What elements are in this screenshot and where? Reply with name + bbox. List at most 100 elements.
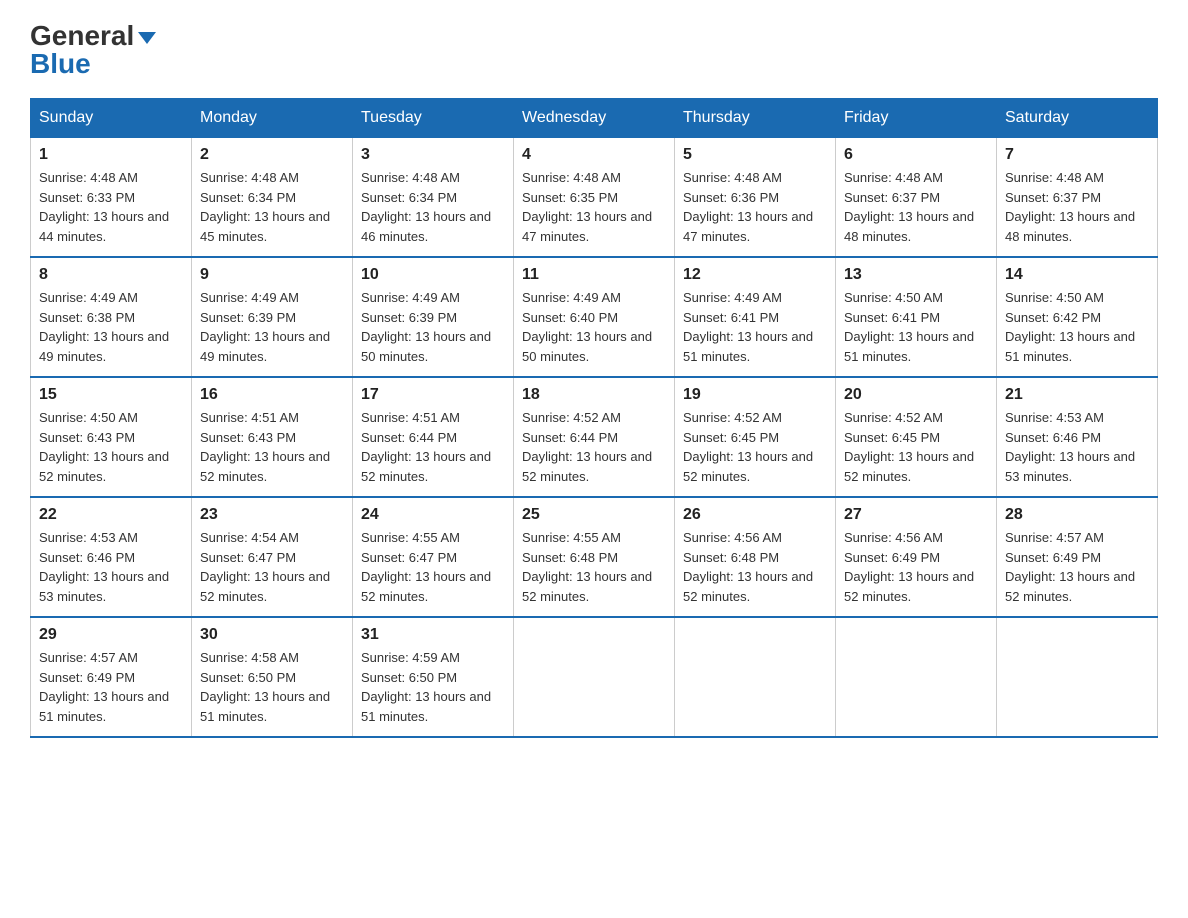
- day-info: Sunrise: 4:57 AMSunset: 6:49 PMDaylight:…: [1005, 530, 1135, 604]
- day-number: 31: [361, 626, 505, 644]
- day-number: 12: [683, 266, 827, 284]
- calendar-cell: 24 Sunrise: 4:55 AMSunset: 6:47 PMDaylig…: [353, 497, 514, 617]
- day-number: 28: [1005, 506, 1149, 524]
- day-number: 25: [522, 506, 666, 524]
- header-thursday: Thursday: [675, 99, 836, 138]
- calendar-cell: 7 Sunrise: 4:48 AMSunset: 6:37 PMDayligh…: [997, 138, 1158, 258]
- day-info: Sunrise: 4:57 AMSunset: 6:49 PMDaylight:…: [39, 650, 169, 724]
- day-number: 3: [361, 146, 505, 164]
- calendar-cell: 26 Sunrise: 4:56 AMSunset: 6:48 PMDaylig…: [675, 497, 836, 617]
- calendar-cell: 18 Sunrise: 4:52 AMSunset: 6:44 PMDaylig…: [514, 377, 675, 497]
- day-info: Sunrise: 4:49 AMSunset: 6:41 PMDaylight:…: [683, 290, 813, 364]
- day-info: Sunrise: 4:53 AMSunset: 6:46 PMDaylight:…: [1005, 410, 1135, 484]
- day-info: Sunrise: 4:48 AMSunset: 6:37 PMDaylight:…: [844, 170, 974, 244]
- day-number: 15: [39, 386, 183, 404]
- day-number: 21: [1005, 386, 1149, 404]
- day-info: Sunrise: 4:49 AMSunset: 6:39 PMDaylight:…: [361, 290, 491, 364]
- calendar-cell: 19 Sunrise: 4:52 AMSunset: 6:45 PMDaylig…: [675, 377, 836, 497]
- day-number: 10: [361, 266, 505, 284]
- day-info: Sunrise: 4:49 AMSunset: 6:40 PMDaylight:…: [522, 290, 652, 364]
- day-number: 9: [200, 266, 344, 284]
- calendar-cell: 22 Sunrise: 4:53 AMSunset: 6:46 PMDaylig…: [31, 497, 192, 617]
- logo-arrow-icon: [138, 32, 156, 44]
- calendar-cell: 30 Sunrise: 4:58 AMSunset: 6:50 PMDaylig…: [192, 617, 353, 737]
- logo-blue-text: Blue: [30, 50, 91, 78]
- calendar-cell: 29 Sunrise: 4:57 AMSunset: 6:49 PMDaylig…: [31, 617, 192, 737]
- calendar-cell: 28 Sunrise: 4:57 AMSunset: 6:49 PMDaylig…: [997, 497, 1158, 617]
- calendar-cell: 2 Sunrise: 4:48 AMSunset: 6:34 PMDayligh…: [192, 138, 353, 258]
- page-header: General Blue: [30, 20, 1158, 78]
- day-info: Sunrise: 4:50 AMSunset: 6:43 PMDaylight:…: [39, 410, 169, 484]
- header-sunday: Sunday: [31, 99, 192, 138]
- calendar-cell: 9 Sunrise: 4:49 AMSunset: 6:39 PMDayligh…: [192, 257, 353, 377]
- calendar-cell: 14 Sunrise: 4:50 AMSunset: 6:42 PMDaylig…: [997, 257, 1158, 377]
- day-number: 14: [1005, 266, 1149, 284]
- calendar-cell: 15 Sunrise: 4:50 AMSunset: 6:43 PMDaylig…: [31, 377, 192, 497]
- calendar-cell: [836, 617, 997, 737]
- calendar-cell: [675, 617, 836, 737]
- day-info: Sunrise: 4:48 AMSunset: 6:37 PMDaylight:…: [1005, 170, 1135, 244]
- week-row-5: 29 Sunrise: 4:57 AMSunset: 6:49 PMDaylig…: [31, 617, 1158, 737]
- day-info: Sunrise: 4:51 AMSunset: 6:44 PMDaylight:…: [361, 410, 491, 484]
- calendar-cell: 27 Sunrise: 4:56 AMSunset: 6:49 PMDaylig…: [836, 497, 997, 617]
- header-monday: Monday: [192, 99, 353, 138]
- day-info: Sunrise: 4:55 AMSunset: 6:47 PMDaylight:…: [361, 530, 491, 604]
- day-info: Sunrise: 4:52 AMSunset: 6:44 PMDaylight:…: [522, 410, 652, 484]
- day-number: 4: [522, 146, 666, 164]
- header-tuesday: Tuesday: [353, 99, 514, 138]
- calendar-cell: 11 Sunrise: 4:49 AMSunset: 6:40 PMDaylig…: [514, 257, 675, 377]
- logo: General Blue: [30, 20, 156, 78]
- day-info: Sunrise: 4:56 AMSunset: 6:48 PMDaylight:…: [683, 530, 813, 604]
- day-info: Sunrise: 4:50 AMSunset: 6:42 PMDaylight:…: [1005, 290, 1135, 364]
- day-number: 7: [1005, 146, 1149, 164]
- calendar-cell: 6 Sunrise: 4:48 AMSunset: 6:37 PMDayligh…: [836, 138, 997, 258]
- week-row-2: 8 Sunrise: 4:49 AMSunset: 6:38 PMDayligh…: [31, 257, 1158, 377]
- day-info: Sunrise: 4:58 AMSunset: 6:50 PMDaylight:…: [200, 650, 330, 724]
- day-number: 27: [844, 506, 988, 524]
- calendar-cell: 16 Sunrise: 4:51 AMSunset: 6:43 PMDaylig…: [192, 377, 353, 497]
- day-info: Sunrise: 4:49 AMSunset: 6:38 PMDaylight:…: [39, 290, 169, 364]
- calendar-cell: 25 Sunrise: 4:55 AMSunset: 6:48 PMDaylig…: [514, 497, 675, 617]
- day-number: 29: [39, 626, 183, 644]
- calendar-cell: 3 Sunrise: 4:48 AMSunset: 6:34 PMDayligh…: [353, 138, 514, 258]
- day-number: 26: [683, 506, 827, 524]
- day-info: Sunrise: 4:48 AMSunset: 6:35 PMDaylight:…: [522, 170, 652, 244]
- calendar-cell: 31 Sunrise: 4:59 AMSunset: 6:50 PMDaylig…: [353, 617, 514, 737]
- day-info: Sunrise: 4:50 AMSunset: 6:41 PMDaylight:…: [844, 290, 974, 364]
- week-row-1: 1 Sunrise: 4:48 AMSunset: 6:33 PMDayligh…: [31, 138, 1158, 258]
- week-row-4: 22 Sunrise: 4:53 AMSunset: 6:46 PMDaylig…: [31, 497, 1158, 617]
- header-friday: Friday: [836, 99, 997, 138]
- header-saturday: Saturday: [997, 99, 1158, 138]
- day-info: Sunrise: 4:55 AMSunset: 6:48 PMDaylight:…: [522, 530, 652, 604]
- day-number: 22: [39, 506, 183, 524]
- day-number: 16: [200, 386, 344, 404]
- calendar-cell: 10 Sunrise: 4:49 AMSunset: 6:39 PMDaylig…: [353, 257, 514, 377]
- day-number: 8: [39, 266, 183, 284]
- day-info: Sunrise: 4:51 AMSunset: 6:43 PMDaylight:…: [200, 410, 330, 484]
- day-number: 11: [522, 266, 666, 284]
- day-number: 1: [39, 146, 183, 164]
- calendar-cell: 4 Sunrise: 4:48 AMSunset: 6:35 PMDayligh…: [514, 138, 675, 258]
- calendar-cell: 1 Sunrise: 4:48 AMSunset: 6:33 PMDayligh…: [31, 138, 192, 258]
- day-info: Sunrise: 4:48 AMSunset: 6:33 PMDaylight:…: [39, 170, 169, 244]
- day-info: Sunrise: 4:48 AMSunset: 6:34 PMDaylight:…: [200, 170, 330, 244]
- day-info: Sunrise: 4:52 AMSunset: 6:45 PMDaylight:…: [683, 410, 813, 484]
- day-number: 17: [361, 386, 505, 404]
- calendar-cell: [514, 617, 675, 737]
- day-info: Sunrise: 4:59 AMSunset: 6:50 PMDaylight:…: [361, 650, 491, 724]
- day-info: Sunrise: 4:56 AMSunset: 6:49 PMDaylight:…: [844, 530, 974, 604]
- day-number: 23: [200, 506, 344, 524]
- calendar-cell: 20 Sunrise: 4:52 AMSunset: 6:45 PMDaylig…: [836, 377, 997, 497]
- calendar-cell: 5 Sunrise: 4:48 AMSunset: 6:36 PMDayligh…: [675, 138, 836, 258]
- day-number: 18: [522, 386, 666, 404]
- header-row: SundayMondayTuesdayWednesdayThursdayFrid…: [31, 99, 1158, 138]
- calendar-cell: 21 Sunrise: 4:53 AMSunset: 6:46 PMDaylig…: [997, 377, 1158, 497]
- day-number: 5: [683, 146, 827, 164]
- day-number: 6: [844, 146, 988, 164]
- calendar-cell: 23 Sunrise: 4:54 AMSunset: 6:47 PMDaylig…: [192, 497, 353, 617]
- day-number: 13: [844, 266, 988, 284]
- calendar-table: SundayMondayTuesdayWednesdayThursdayFrid…: [30, 98, 1158, 738]
- calendar-cell: 13 Sunrise: 4:50 AMSunset: 6:41 PMDaylig…: [836, 257, 997, 377]
- day-info: Sunrise: 4:48 AMSunset: 6:34 PMDaylight:…: [361, 170, 491, 244]
- day-info: Sunrise: 4:52 AMSunset: 6:45 PMDaylight:…: [844, 410, 974, 484]
